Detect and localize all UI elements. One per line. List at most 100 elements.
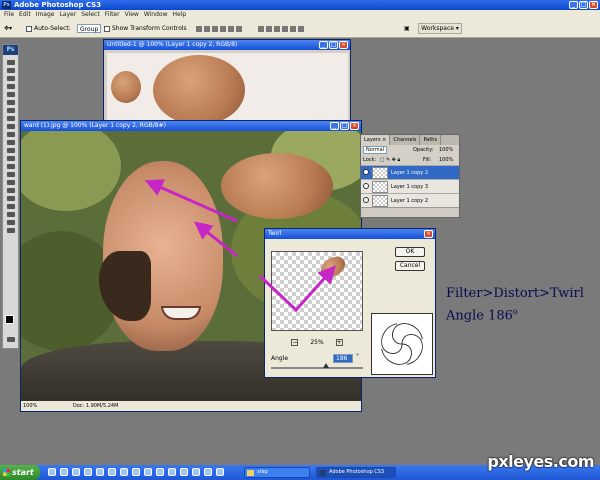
- menu-edit[interactable]: Edit: [19, 10, 31, 20]
- move-tool-icon[interactable]: ✥▾: [4, 24, 12, 33]
- hand-tool-icon[interactable]: [3, 218, 18, 226]
- minimize-button[interactable]: _: [569, 1, 578, 9]
- lock-icons[interactable]: ▢ ✎ ✥ 🔒︎: [380, 157, 401, 163]
- menu-select[interactable]: Select: [81, 10, 100, 20]
- layer-row[interactable]: Layer 1 copy 3: [361, 179, 459, 193]
- quicklaunch-icon[interactable]: [204, 468, 212, 476]
- quicklaunch-icon[interactable]: [120, 468, 128, 476]
- auto-select-dropdown[interactable]: Group: [77, 24, 102, 33]
- transform-controls-checkbox[interactable]: [104, 25, 110, 32]
- taskbar-button-step[interactable]: step: [244, 467, 310, 478]
- type-tool-icon[interactable]: [3, 178, 18, 186]
- quicklaunch-icon[interactable]: [192, 468, 200, 476]
- quicklaunch-icon[interactable]: [48, 468, 56, 476]
- doc-size[interactable]: Doc: 1.90M/5.24M: [73, 403, 119, 409]
- eye-icon[interactable]: [363, 183, 369, 189]
- document-window-untitled[interactable]: Untitled-1 @ 100% (Layer 1 copy 2, RGB/8…: [103, 39, 351, 125]
- twirl-preview[interactable]: [271, 251, 363, 331]
- stamp-tool-icon[interactable]: [3, 122, 18, 130]
- layer-row[interactable]: Layer 1 copy 2: [361, 165, 459, 179]
- lasso-tool-icon[interactable]: [3, 74, 18, 82]
- quicklaunch-icon[interactable]: [168, 468, 176, 476]
- angle-slider-thumb[interactable]: [323, 363, 329, 368]
- workspace-icon[interactable]: ▣: [404, 24, 410, 33]
- notes-tool-icon[interactable]: [3, 202, 18, 210]
- brush-tool-icon[interactable]: [3, 114, 18, 122]
- zoom-out-button[interactable]: −: [291, 339, 299, 346]
- angle-input[interactable]: [333, 354, 353, 363]
- dodge-tool-icon[interactable]: [3, 162, 18, 170]
- close-button[interactable]: ×: [339, 41, 348, 49]
- quicklaunch-icon[interactable]: [180, 468, 188, 476]
- opacity-value[interactable]: 100%: [439, 145, 453, 155]
- path-select-icon[interactable]: [3, 186, 18, 194]
- menu-image[interactable]: Image: [36, 10, 55, 20]
- start-button[interactable]: start: [0, 465, 40, 480]
- quicklaunch-icon[interactable]: [144, 468, 152, 476]
- blur-tool-icon[interactable]: [3, 154, 18, 162]
- quicklaunch-icon[interactable]: [84, 468, 92, 476]
- zoom-level[interactable]: 100%: [23, 403, 37, 409]
- document-title-bar[interactable]: ward (1).jpg @ 100% (Layer 1 copy 2, RGB…: [21, 121, 361, 131]
- layer-row[interactable]: Layer 1 copy 2: [361, 193, 459, 207]
- quicklaunch-icon[interactable]: [108, 468, 116, 476]
- tab-layers[interactable]: Layers ×: [361, 135, 391, 145]
- menu-help[interactable]: Help: [173, 10, 187, 20]
- document-canvas[interactable]: [107, 53, 348, 125]
- pen-tool-icon[interactable]: [3, 170, 18, 178]
- magic-wand-tool-icon[interactable]: [3, 82, 18, 90]
- eraser-tool-icon[interactable]: [3, 138, 18, 146]
- quicklaunch-icon[interactable]: [156, 468, 164, 476]
- quick-mask-icon[interactable]: [3, 335, 18, 343]
- shape-tool-icon[interactable]: [3, 194, 18, 202]
- taskbar-button-photoshop[interactable]: Adobe Photoshop CS3: [316, 467, 396, 478]
- angle-slider-track[interactable]: [271, 367, 363, 369]
- tab-channels[interactable]: Channels: [390, 135, 421, 145]
- maximize-button[interactable]: □: [340, 122, 349, 130]
- maximize-button[interactable]: □: [579, 1, 588, 9]
- zoom-in-button[interactable]: +: [335, 339, 343, 346]
- fill-value[interactable]: 100%: [439, 155, 453, 165]
- ok-button[interactable]: OK: [395, 247, 425, 257]
- close-button[interactable]: ×: [424, 230, 433, 238]
- move-tool-icon[interactable]: [3, 58, 18, 66]
- foreground-color-swatch[interactable]: [5, 315, 14, 324]
- menu-window[interactable]: Window: [144, 10, 168, 20]
- close-button[interactable]: ×: [589, 1, 598, 9]
- eye-icon[interactable]: [363, 169, 369, 175]
- document-title-bar[interactable]: Untitled-1 @ 100% (Layer 1 copy 2, RGB/8…: [104, 40, 350, 50]
- slice-tool-icon[interactable]: [3, 98, 18, 106]
- history-brush-icon[interactable]: [3, 130, 18, 138]
- healing-tool-icon[interactable]: [3, 106, 18, 114]
- marquee-tool-icon[interactable]: [3, 66, 18, 74]
- auto-select-checkbox[interactable]: [26, 25, 32, 32]
- eyedropper-tool-icon[interactable]: [3, 210, 18, 218]
- maximize-button[interactable]: □: [329, 41, 338, 49]
- layers-panel-footer-icons[interactable]: [361, 207, 459, 215]
- menu-filter[interactable]: Filter: [105, 10, 120, 20]
- workspace-button[interactable]: Workspace ▾: [418, 23, 462, 34]
- menu-file[interactable]: File: [4, 10, 14, 20]
- potato-shape-large: [153, 55, 245, 125]
- quicklaunch-icon[interactable]: [216, 468, 224, 476]
- close-button[interactable]: ×: [350, 122, 359, 130]
- align-icons[interactable]: [196, 24, 244, 33]
- cancel-button[interactable]: Cancel: [395, 261, 425, 271]
- menu-view[interactable]: View: [125, 10, 139, 20]
- tab-paths[interactable]: Paths: [420, 135, 442, 145]
- quicklaunch-icon[interactable]: [60, 468, 68, 476]
- eye-icon[interactable]: [363, 197, 369, 203]
- quicklaunch-icon[interactable]: [132, 468, 140, 476]
- quicklaunch-icon[interactable]: [96, 468, 104, 476]
- crop-tool-icon[interactable]: [3, 90, 18, 98]
- minimize-button[interactable]: _: [330, 122, 339, 130]
- distribute-icons[interactable]: [258, 24, 306, 33]
- blend-mode-select[interactable]: Normal: [363, 146, 388, 154]
- dialog-title-bar[interactable]: Twirl ×: [265, 229, 435, 239]
- zoom-tool-icon[interactable]: [3, 226, 18, 234]
- gradient-tool-icon[interactable]: [3, 146, 18, 154]
- layer-thumbnail: [372, 195, 388, 207]
- menu-layer[interactable]: Layer: [59, 10, 76, 20]
- minimize-button[interactable]: _: [319, 41, 328, 49]
- quicklaunch-icon[interactable]: [72, 468, 80, 476]
